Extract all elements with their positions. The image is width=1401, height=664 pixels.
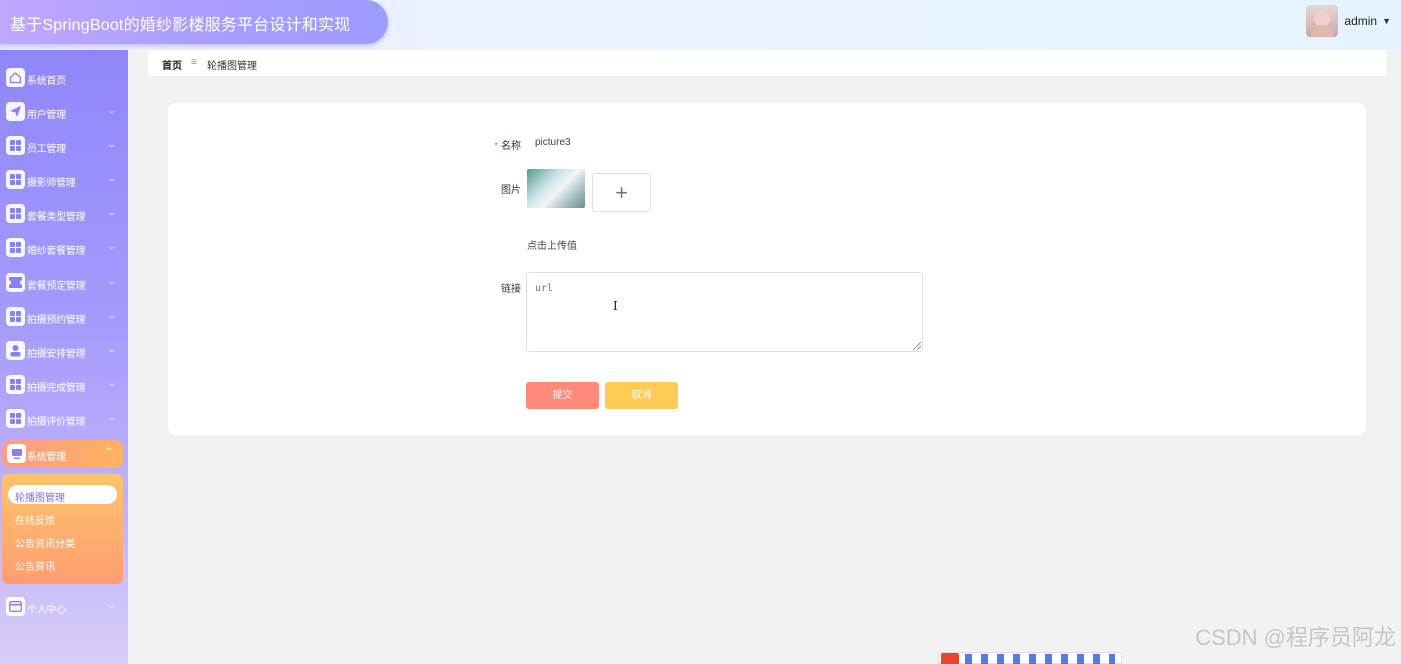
required-mark: * [494,141,498,152]
sidebar-item-staff[interactable]: 员工管理 ⌄ [0,132,128,162]
grid-icon [6,136,25,155]
send-icon [6,102,25,121]
submit-button[interactable]: 提交 [526,382,599,409]
cancel-button[interactable]: 取消 [605,382,678,409]
sidebar-item-photographer[interactable]: 摄影师管理 ⌄ [0,166,128,196]
chevron-down-icon: ⌄ [106,276,118,286]
submenu-item-carousel[interactable]: 轮播图管理 [15,489,65,504]
chevron-down-icon: ⌄ [106,207,118,217]
upload-button[interactable]: + [592,173,651,212]
sidebar-item-label: 员工管理 [27,144,66,155]
ime-toolbar[interactable] [938,652,1122,664]
chevron-down-icon: ⌄ [106,600,118,610]
chevron-up-icon: ⌃ [103,446,115,456]
card-icon [6,597,25,616]
grid-icon [6,409,25,428]
submenu-item-news[interactable]: 公告资讯 [15,558,55,573]
submenu-item-feedback[interactable]: 在线反馈 [15,512,55,527]
breadcrumb-current: 轮播图管理 [207,61,257,72]
sidebar-item-shoot-schedule[interactable]: 拍摄安排管理 ⌄ [0,337,128,367]
link-textarea[interactable] [526,272,923,352]
resize-handle-icon[interactable] [913,342,921,350]
sidebar-item-package-booking[interactable]: 套餐预定管理 ⌄ [0,269,128,299]
plus-icon: + [615,179,628,205]
breadcrumb-separator: ≡ [191,57,197,68]
sidebar-item-package-type[interactable]: 套餐类型管理 ⌄ [0,200,128,230]
sidebar-item-wedding-package[interactable]: 婚纱套餐管理 ⌄ [0,234,128,264]
sidebar-item-label: 套餐预定管理 [27,281,86,292]
breadcrumb: 首页 ≡ 轮播图管理 [148,50,1386,76]
sidebar-item-label: 系统首页 [27,76,66,87]
sidebar-item-label: 拍摄预约管理 [27,315,86,326]
uploaded-image-thumbnail[interactable] [527,169,585,208]
monitor-icon [7,444,26,463]
form-card: *名称 picture3 图片 + 点击上传值 链接 I 提交 取消 [168,103,1366,435]
sidebar-item-label: 拍摄完成管理 [27,383,86,394]
ime-tool-icons [965,654,1115,664]
chevron-down-icon: ⌄ [106,412,118,422]
user-menu[interactable]: admin ▼ [1306,5,1391,37]
grid-icon [6,204,25,223]
ticket-icon [6,273,25,292]
chevron-down-icon: ⌄ [106,173,118,183]
chevron-down-icon: ⌄ [106,241,118,251]
avatar[interactable] [1306,5,1339,37]
name-label-text: 名称 [501,141,521,152]
grid-icon [6,170,25,189]
sidebar-item-label: 拍摄安排管理 [27,349,86,360]
chevron-down-icon: ⌄ [106,378,118,388]
watermark: CSDN @程序员阿龙 [1195,625,1396,650]
sidebar-item-shoot-review[interactable]: 拍摄评价管理 ⌄ [0,405,128,435]
sidebar-item-profile[interactable]: 个人中心 ⌄ [0,593,128,623]
app-title: 基于SpringBoot的婚纱影楼服务平台设计和实现 [10,17,351,34]
home-icon [6,68,25,87]
app-title-banner: 基于SpringBoot的婚纱影楼服务平台设计和实现 [0,0,388,44]
sidebar-item-label: 套餐类型管理 [27,212,86,223]
sidebar-item-label: 个人中心 [27,605,66,616]
breadcrumb-home[interactable]: 首页 [162,57,182,72]
chevron-down-icon: ⌄ [106,139,118,149]
system-submenu: 轮播图管理 在线反馈 公告资讯分类 公告资讯 [2,474,123,584]
image-label: 图片 [501,185,521,196]
chevron-down-icon: ⌄ [106,310,118,320]
sidebar-item-label: 用户管理 [27,110,66,121]
sidebar-item-home[interactable]: 系统首页 [0,64,128,94]
ime-logo-icon [941,653,959,664]
sidebar-item-system[interactable]: 系统管理 ⌃ [2,440,123,468]
sidebar-item-label: 婚纱套餐管理 [27,246,86,257]
sidebar-item-label: 系统管理 [27,452,66,463]
user-name[interactable]: admin [1344,14,1377,28]
sidebar-item-label: 摄影师管理 [27,178,76,189]
sidebar-item-shoot-appointment[interactable]: 拍摄预约管理 ⌄ [0,303,128,333]
chevron-down-icon: ⌄ [106,344,118,354]
link-label: 链接 [501,284,521,295]
sidebar-item-shoot-complete[interactable]: 拍摄完成管理 ⌄ [0,371,128,401]
name-label: * 名称 [461,137,521,152]
sidebar-item-users[interactable]: 用户管理 ⌄ [0,98,128,128]
text-cursor-icon: I [613,299,618,313]
name-value: picture3 [535,137,571,148]
grid-icon [6,238,25,257]
grid-icon [6,307,25,326]
submenu-item-news-category[interactable]: 公告资讯分类 [15,535,75,550]
person-icon [6,341,25,360]
sidebar-item-label: 拍摄评价管理 [27,417,86,428]
caret-down-icon[interactable]: ▼ [1382,16,1391,26]
upload-hint: 点击上传值 [527,241,577,252]
grid-icon [6,375,25,394]
chevron-down-icon: ⌄ [106,105,118,115]
top-header: 基于SpringBoot的婚纱影楼服务平台设计和实现 admin ▼ [0,0,1401,50]
